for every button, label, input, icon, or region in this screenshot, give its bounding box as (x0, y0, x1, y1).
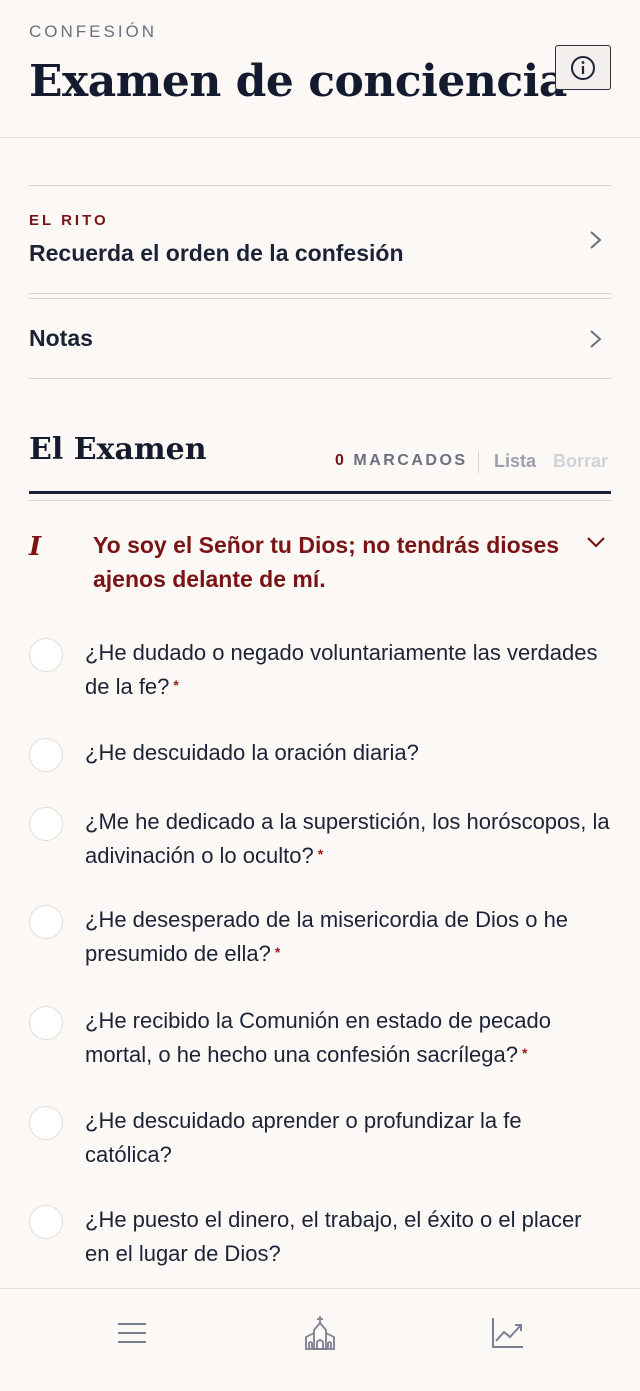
question-checkbox[interactable] (29, 738, 63, 772)
question-text: ¿He descuidado la oración diaria? (85, 736, 611, 770)
question-item[interactable]: ¿He recibido la Comunión en estado de pe… (29, 1004, 611, 1074)
question-item[interactable]: ¿He descuidado la oración diaria? (29, 736, 611, 806)
question-label: ¿He recibido la Comunión en estado de pe… (85, 1008, 551, 1067)
rito-eyebrow: EL RITO (29, 212, 109, 229)
question-checkbox[interactable] (29, 807, 63, 841)
rito-label: Recuerda el orden de la confesión (29, 240, 404, 266)
grave-marker: * (274, 944, 281, 960)
question-text: ¿Me he dedicado a la superstición, los h… (85, 805, 611, 873)
question-item[interactable]: ¿Me he dedicado a la superstición, los h… (29, 805, 611, 875)
grave-marker: * (173, 677, 179, 693)
chart-icon[interactable] (490, 1315, 526, 1351)
question-text: ¿He puesto el dinero, el trabajo, el éxi… (85, 1203, 611, 1271)
question-checkbox[interactable] (29, 1205, 63, 1239)
divider (29, 293, 611, 294)
commandment-title[interactable]: Yo soy el Señor tu Dios; no tendrás dios… (93, 528, 563, 596)
question-checkbox[interactable] (29, 1006, 63, 1040)
section-rule (29, 491, 611, 494)
church-icon[interactable] (302, 1315, 338, 1351)
question-item[interactable]: ¿He descuidado aprender o profundizar la… (29, 1104, 611, 1174)
info-button[interactable] (555, 45, 611, 90)
separator (478, 451, 479, 473)
grave-marker: * (317, 846, 324, 862)
question-checkbox[interactable] (29, 638, 63, 672)
notas-row[interactable] (29, 299, 611, 378)
section-eyebrow: CONFESIÓN (29, 22, 158, 41)
commandment-numeral: I (29, 532, 42, 562)
lista-button[interactable]: Lista (494, 451, 536, 472)
question-label: ¿He descuidado aprender o profundizar la… (85, 1108, 522, 1167)
marked-label: MARCADOS (353, 452, 468, 469)
question-text: ¿He recibido la Comunión en estado de pe… (85, 1004, 611, 1072)
notas-label: Notas (29, 325, 93, 351)
question-label: ¿He desesperado de la misericordia de Di… (85, 907, 569, 966)
chevron-right-icon (590, 231, 602, 249)
question-label: ¿He dudado o negado voluntariamente las … (85, 640, 598, 699)
menu-icon[interactable] (114, 1315, 150, 1351)
exam-section-title: El Examen (29, 432, 207, 467)
page-title: Examen de conciencia (29, 56, 567, 107)
divider (29, 500, 611, 501)
grave-marker: * (521, 1045, 528, 1061)
chevron-down-icon[interactable] (585, 534, 607, 550)
question-text: ¿He dudado o negado voluntariamente las … (85, 636, 611, 704)
question-item[interactable]: ¿He puesto el dinero, el trabajo, el éxi… (29, 1203, 611, 1273)
chevron-right-icon (590, 330, 602, 348)
header: CONFESIÓN Examen de conciencia (0, 0, 640, 138)
marked-counter: 0 MARCADOS (335, 452, 468, 470)
info-circle-icon (571, 55, 595, 80)
question-text: ¿He descuidado aprender o profundizar la… (85, 1104, 611, 1172)
question-checkbox[interactable] (29, 905, 63, 939)
borrar-button[interactable]: Borrar (553, 451, 608, 472)
question-item[interactable]: ¿He dudado o negado voluntariamente las … (29, 636, 611, 706)
question-label: ¿He puesto el dinero, el trabajo, el éxi… (85, 1207, 582, 1266)
tab-bar (0, 1288, 640, 1391)
question-checkbox[interactable] (29, 1106, 63, 1140)
question-label: ¿Me he dedicado a la superstición, los h… (85, 809, 610, 868)
divider (29, 378, 611, 379)
marked-count: 0 (335, 452, 347, 469)
question-label: ¿He descuidado la oración diaria? (85, 740, 419, 765)
question-text: ¿He desesperado de la misericordia de Di… (85, 903, 611, 971)
question-item[interactable]: ¿He desesperado de la misericordia de Di… (29, 903, 611, 973)
